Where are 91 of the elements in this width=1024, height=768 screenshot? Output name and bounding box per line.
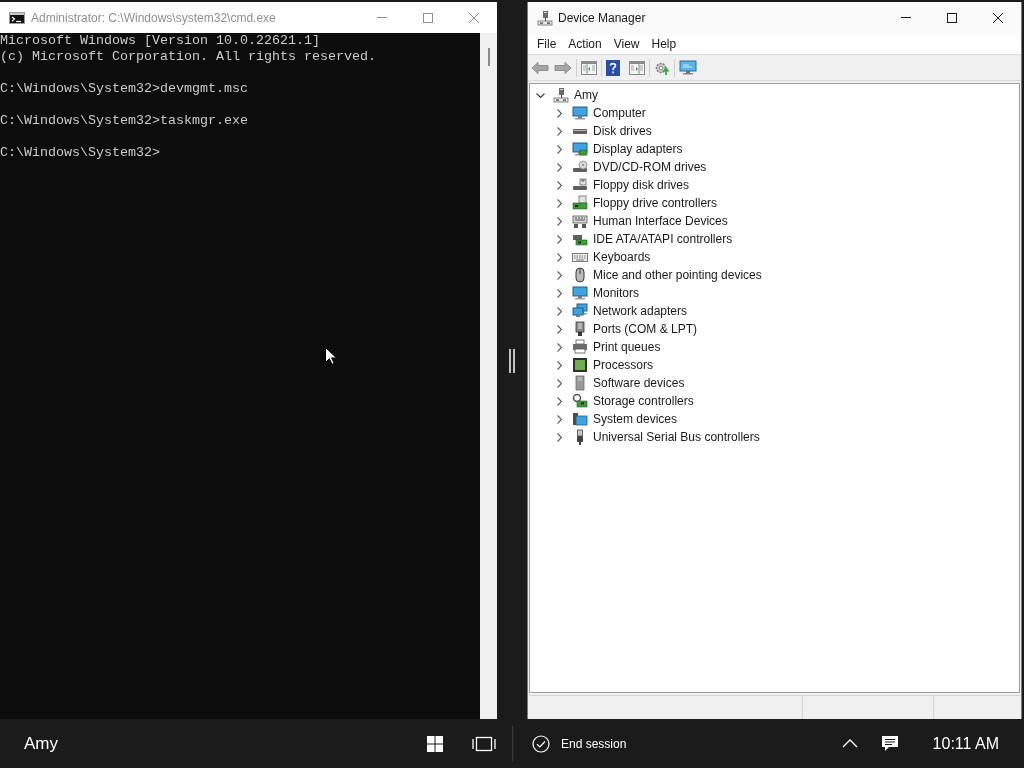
chevron-right-icon[interactable] — [556, 180, 562, 190]
tree-item[interactable]: Amy — [573, 87, 599, 103]
tree-item[interactable]: Keyboards — [592, 249, 652, 265]
monitor-card-icon — [572, 141, 588, 157]
chevron-right-icon[interactable] — [556, 342, 562, 352]
tree-item[interactable]: Print queues — [592, 339, 662, 355]
chevron-right-icon[interactable] — [556, 216, 562, 226]
tree-item[interactable]: DVD/CD-ROM drives — [592, 159, 708, 175]
task-view-icon[interactable] — [472, 735, 496, 752]
user-name: Amy — [24, 733, 58, 753]
chevron-right-icon[interactable] — [556, 324, 562, 334]
drive-icon — [573, 128, 587, 134]
scrollbar-thumb[interactable] — [488, 48, 490, 66]
floppy-drive-icon — [572, 177, 588, 193]
chevron-right-icon[interactable] — [556, 396, 562, 406]
scrollbar[interactable] — [480, 33, 497, 719]
windows-logo-icon[interactable] — [427, 735, 443, 752]
printer-icon — [572, 339, 588, 355]
close-icon[interactable] — [993, 12, 1003, 23]
resize-handle-icon[interactable] — [509, 348, 515, 373]
console-line: C:\Windows\System32> — [0, 145, 160, 161]
chevron-right-icon[interactable] — [556, 306, 562, 316]
circuit-card-icon — [572, 195, 588, 211]
input-devices-icon — [572, 213, 588, 229]
monitor-icon — [572, 285, 588, 301]
chevron-right-icon[interactable] — [556, 198, 562, 208]
chevron-right-icon[interactable] — [556, 126, 562, 136]
chevron-right-icon[interactable] — [556, 360, 562, 370]
tree-item[interactable]: Software devices — [592, 375, 686, 391]
tree-item[interactable]: Disk drives — [592, 123, 653, 139]
chip-icon — [572, 357, 588, 373]
action-pane-icon[interactable] — [629, 60, 645, 75]
tree-item[interactable]: Display adapters — [592, 141, 684, 157]
tree-item[interactable]: Storage controllers — [592, 393, 695, 409]
terminal-icon — [9, 11, 25, 24]
system-folder-icon — [572, 411, 588, 427]
tree-item[interactable]: Floppy drive controllers — [592, 195, 719, 211]
chevron-right-icon[interactable] — [556, 270, 562, 280]
chevron-right-icon[interactable] — [556, 234, 562, 244]
mouse-icon — [572, 267, 588, 283]
console-line: C:\Windows\System32>taskmgr.exe — [0, 113, 248, 129]
tower-icon — [572, 375, 588, 391]
maximize-icon[interactable] — [947, 12, 957, 23]
chevron-right-icon[interactable] — [556, 144, 562, 154]
network-monitors-icon — [572, 303, 588, 319]
chevron-right-icon[interactable] — [556, 162, 562, 172]
tree-item[interactable]: Ports (COM & LPT) — [592, 321, 698, 337]
tree-item[interactable]: Processors — [592, 357, 655, 373]
help-icon[interactable] — [606, 59, 620, 76]
check-circle-icon — [532, 734, 550, 753]
computer-node-icon — [537, 9, 553, 26]
tree-item[interactable]: Floppy disk drives — [592, 177, 691, 193]
back-arrow-icon[interactable] — [531, 60, 549, 75]
tree-item[interactable]: Monitors — [592, 285, 640, 301]
menu-item[interactable]: File — [531, 33, 563, 54]
computer-node-icon — [553, 87, 569, 103]
forward-arrow-icon[interactable] — [554, 60, 572, 75]
end-session-button[interactable]: End session — [532, 728, 627, 759]
window-title: Administrator: C:\Windows\system32\cmd.exe — [31, 9, 276, 27]
chevron-right-icon[interactable] — [556, 432, 562, 442]
chevron-up-icon[interactable] — [841, 739, 858, 748]
chevron-right-icon[interactable] — [556, 414, 562, 424]
tree-item[interactable]: Computer — [592, 105, 647, 121]
window-title: Device Manager — [558, 9, 646, 27]
console[interactable]: Microsoft Windows [Version 10.0.22621.1] (c) Microsoft Corporation. All rights reserved. C:\Windows\System32>devmgmt.msc C:\Windows\System32>taskmgr.exe C:\Windows\System32> — [0, 33, 480, 719]
tree-item[interactable]: Network adapters — [592, 303, 689, 319]
disc-drive-icon — [572, 159, 588, 175]
plug-icon — [572, 321, 588, 337]
tree-item[interactable]: Mice and other pointing devices — [592, 267, 763, 283]
monitor-icon[interactable] — [679, 59, 697, 76]
menu-item[interactable]: Help — [645, 33, 683, 54]
storage-card-icon — [572, 393, 588, 409]
tree-item[interactable]: IDE ATA/ATAPI controllers — [592, 231, 734, 247]
console-line: (c) Microsoft Corporation. All rights reserved. — [0, 49, 376, 65]
chevron-right-icon[interactable] — [556, 288, 562, 298]
menu-item[interactable]: Action — [562, 33, 608, 54]
tree-item[interactable]: Human Interface Devices — [592, 213, 729, 229]
console-line: C:\Windows\System32>devmgmt.msc — [0, 81, 248, 97]
mouse-pointer-icon — [325, 347, 337, 365]
chevron-right-icon[interactable] — [556, 252, 562, 262]
chevron-right-icon[interactable] — [556, 108, 562, 118]
clock[interactable]: 10:11 AM — [932, 731, 999, 756]
chevron-right-icon[interactable] — [556, 378, 562, 388]
monitor-icon — [572, 105, 588, 121]
tree-item[interactable]: Universal Serial Bus controllers — [592, 429, 761, 445]
chevron-down-icon[interactable] — [535, 92, 545, 98]
console-line: Microsoft Windows [Version 10.0.22621.1] — [0, 33, 320, 49]
tree-pane-icon[interactable] — [581, 60, 597, 75]
menu-item[interactable]: View — [607, 33, 646, 54]
tree-item[interactable]: System devices — [592, 411, 679, 427]
message-icon[interactable] — [881, 735, 898, 752]
